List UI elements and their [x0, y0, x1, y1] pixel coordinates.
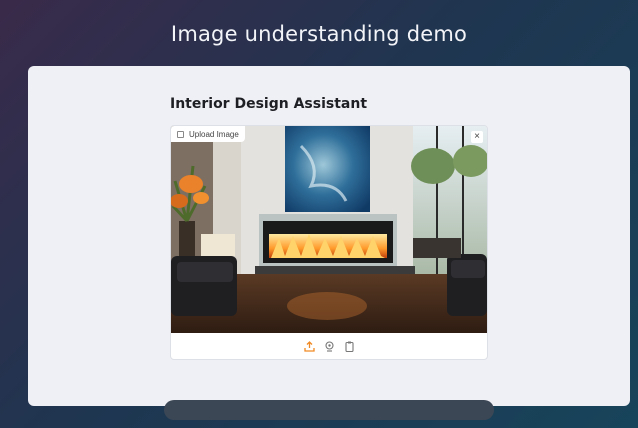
image-source-toolbar — [171, 335, 487, 357]
image-upload-box[interactable]: Upload Image × — [170, 125, 488, 360]
image-icon — [177, 130, 184, 138]
clipboard-icon[interactable] — [342, 339, 356, 353]
upload-image-tab: Upload Image — [171, 126, 245, 142]
upload-icon[interactable] — [302, 339, 316, 353]
page-title: Image understanding demo — [170, 22, 468, 47]
app-card: Interior Design Assistant Upload Image × — [28, 66, 630, 406]
upload-tab-label: Upload Image — [189, 129, 239, 139]
clear-image-button[interactable]: × — [471, 131, 483, 143]
submit-button[interactable] — [164, 400, 494, 420]
section-heading: Interior Design Assistant — [170, 96, 368, 112]
uploaded-interior-photo — [171, 126, 487, 333]
webcam-icon[interactable] — [322, 339, 336, 353]
